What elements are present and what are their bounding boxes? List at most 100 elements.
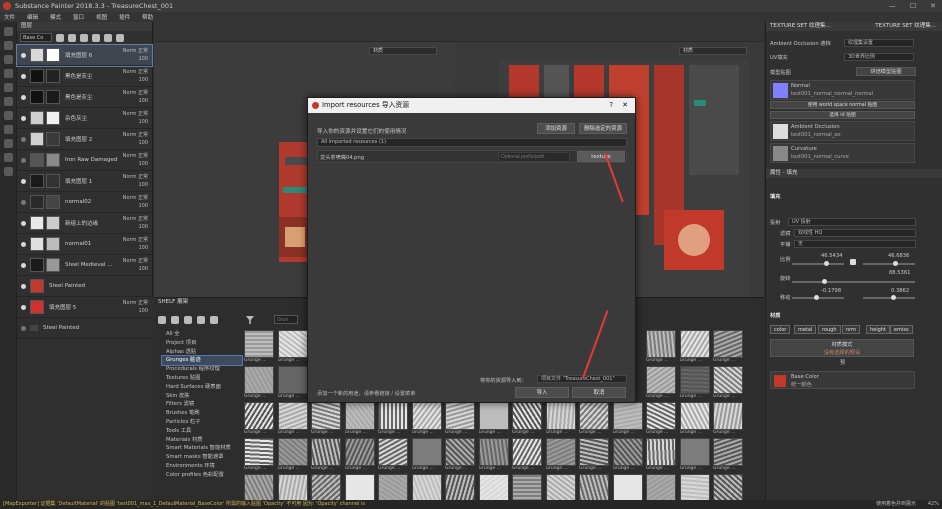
resource-prefix-input[interactable] <box>498 152 570 162</box>
layer-opacity[interactable]: 100 <box>138 182 148 188</box>
shelf-new-icon[interactable] <box>171 316 179 324</box>
grunge-tile[interactable]: Grunge ... <box>344 402 375 436</box>
resource-filter-dropdown[interactable]: All imported resources (1) <box>317 138 627 147</box>
grunge-tile[interactable]: Grunge ... <box>445 438 475 472</box>
viewport-2d-mode-dropdown[interactable]: 材质 <box>679 47 747 55</box>
grunge-tile[interactable]: Grunge ... <box>478 402 509 436</box>
scale-u-slider[interactable] <box>792 261 844 266</box>
add-resources-button[interactable]: 添加资源 <box>537 123 575 134</box>
channel-toggle-color[interactable]: color <box>770 325 791 334</box>
grunge-tile[interactable]: Grunge ... <box>713 402 743 436</box>
layer-blend[interactable]: Norm <box>123 300 137 306</box>
grunge-tile[interactable]: Grunge ... <box>478 438 509 472</box>
shelf-category[interactable]: Smart Materials 智能材质 <box>162 444 242 453</box>
paint-tool-icon[interactable] <box>3 27 13 36</box>
offset-v-value[interactable]: 0.3862 <box>891 288 909 294</box>
menu-edit[interactable]: 编辑 <box>27 13 38 21</box>
layer-row[interactable]: normal01 Norm 正常 100 <box>17 234 152 255</box>
map-note[interactable]: 使用 world space normal 贴图 <box>770 101 915 109</box>
grunge-tile[interactable]: Grunge ... <box>679 402 710 436</box>
eraser-tool-icon[interactable] <box>3 41 13 50</box>
shelf-category[interactable]: Environments 环境 <box>162 462 242 471</box>
visibility-eye-icon[interactable] <box>21 262 26 268</box>
rotation-handle[interactable] <box>822 279 827 284</box>
offset-v-handle[interactable] <box>891 295 896 300</box>
layer-row[interactable]: Steel Painted <box>17 318 152 339</box>
menu-view[interactable]: 视图 <box>96 13 107 21</box>
grunge-tile[interactable]: Grunge ... <box>679 366 710 400</box>
shelf-search-input[interactable] <box>274 315 298 324</box>
close-window-button[interactable]: ✕ <box>930 2 936 10</box>
layer-row[interactable]: 黑色是灰尘 Norm 正常 100 <box>17 87 152 108</box>
layer-row[interactable]: 新组上的边缘 Norm 正常 100 <box>17 213 152 234</box>
shelf-category[interactable]: Hard Surfaces 硬表面 <box>162 383 242 392</box>
menu-help[interactable]: 帮助 <box>142 13 153 21</box>
layer-row[interactable]: 填充图层 5 Norm 正常 100 <box>17 297 152 318</box>
layer-opacity[interactable]: 100 <box>138 203 148 209</box>
visibility-eye-icon[interactable] <box>21 178 26 184</box>
resource-row[interactable]: 龙头茶喷嘴04.png texture <box>317 150 627 163</box>
layer-opacity[interactable]: 100 <box>138 161 148 167</box>
dialog-close-button[interactable]: ✕ <box>622 98 628 113</box>
base-color-row[interactable]: Base Color 统一颜色 <box>770 371 915 389</box>
visibility-eye-icon[interactable] <box>21 136 26 142</box>
layer-opacity[interactable]: 100 <box>138 245 148 251</box>
layer-row[interactable]: 黑色是灰尘 Norm 正常 100 <box>17 66 152 87</box>
grunge-tile[interactable]: Grunge ... <box>311 438 341 472</box>
grunge-tile[interactable]: Grunge ... <box>277 366 308 400</box>
layer-row[interactable]: Iron Raw Damaged Norm 正常 100 <box>17 150 152 171</box>
shelf-category[interactable]: Skin 皮肤 <box>162 392 242 401</box>
grunge-tile[interactable]: Grunge ... <box>579 402 609 436</box>
smudge-tool-icon[interactable] <box>3 83 13 92</box>
layer-blend[interactable]: Norm <box>123 153 137 159</box>
layer-row[interactable]: normal02 Norm 正常 100 <box>17 192 152 213</box>
settings-gear-icon[interactable] <box>3 167 13 176</box>
resource-type-dropdown[interactable]: texture <box>577 151 625 162</box>
grunge-tile[interactable]: Grunge ... <box>344 438 375 472</box>
texture-set-tab[interactable]: TEXTURE SET 纹理集... <box>770 22 831 31</box>
layer-opacity[interactable]: 100 <box>138 119 148 125</box>
uv-dropdown[interactable]: 3D世界比例 <box>844 53 914 61</box>
layer-blend[interactable]: Norm <box>123 132 137 138</box>
shelf-category[interactable]: Grunges 脏迹 <box>161 355 243 367</box>
scale-v-handle[interactable] <box>893 261 898 266</box>
maximize-button[interactable]: ☐ <box>910 2 916 10</box>
channel-toggle-metal[interactable]: metal <box>794 325 817 334</box>
visibility-eye-icon[interactable] <box>21 115 26 121</box>
grunge-tile[interactable]: Grunge ... <box>512 438 542 472</box>
shelf-category[interactable]: Project 项目 <box>162 339 242 348</box>
grunge-tile[interactable]: Grunge ... <box>612 438 643 472</box>
layer-opacity[interactable]: 100 <box>138 224 148 230</box>
layer-row[interactable]: 填充图层 1 Norm 正常 100 <box>17 171 152 192</box>
tiling-dropdown[interactable]: 无 <box>794 240 916 248</box>
bake-maps-button[interactable]: 烘焙模型贴图 <box>856 67 916 76</box>
visibility-eye-icon[interactable] <box>21 52 26 58</box>
layer-row[interactable]: 杂色灰尘 Norm 正常 100 <box>17 108 152 129</box>
model-map-slot[interactable]: Curvature test001_normal_curve <box>770 143 915 163</box>
shelf-category[interactable]: Materials 材质 <box>162 436 242 445</box>
grunge-tile[interactable]: Grunge ... <box>646 330 676 364</box>
polygon-fill-icon[interactable] <box>3 69 13 78</box>
grunge-tile[interactable]: Grunge ... <box>579 438 609 472</box>
shelf-category[interactable]: Textures 贴图 <box>162 374 242 383</box>
layer-opacity[interactable]: 100 <box>138 98 148 104</box>
shelf-category[interactable]: Tools 工具 <box>162 427 242 436</box>
channel-toggle-rough[interactable]: rough <box>818 325 841 334</box>
grunge-tile[interactable]: Grunge ... <box>512 402 542 436</box>
add-effect-icon[interactable] <box>56 33 64 42</box>
layer-opacity[interactable]: 100 <box>138 266 148 272</box>
visibility-eye-icon[interactable] <box>21 199 26 205</box>
blend-mode-dropdown[interactable]: Base Co <box>20 33 52 42</box>
scale-u-value[interactable]: 46.5434 <box>821 253 842 259</box>
material-mode-block[interactable]: 材质模式 没有选择的预设 <box>770 339 914 357</box>
delete-layer-icon[interactable] <box>116 33 124 42</box>
model-map-slot[interactable]: 选择 id 贴图 <box>770 111 915 119</box>
shelf-category[interactable]: Color profiles 色彩配置 <box>162 471 242 480</box>
grunge-tile[interactable]: Grunge ... <box>411 438 442 472</box>
grunge-tile[interactable]: Grunge ... <box>713 438 743 472</box>
clone-tool-icon[interactable] <box>3 97 13 106</box>
grunge-tile[interactable]: Grunge ... <box>244 366 274 400</box>
grunge-tile[interactable]: Grunge ... <box>277 330 308 364</box>
material-picker-icon[interactable] <box>3 111 13 120</box>
ao-field[interactable]: 纹理集设置 <box>844 39 914 47</box>
